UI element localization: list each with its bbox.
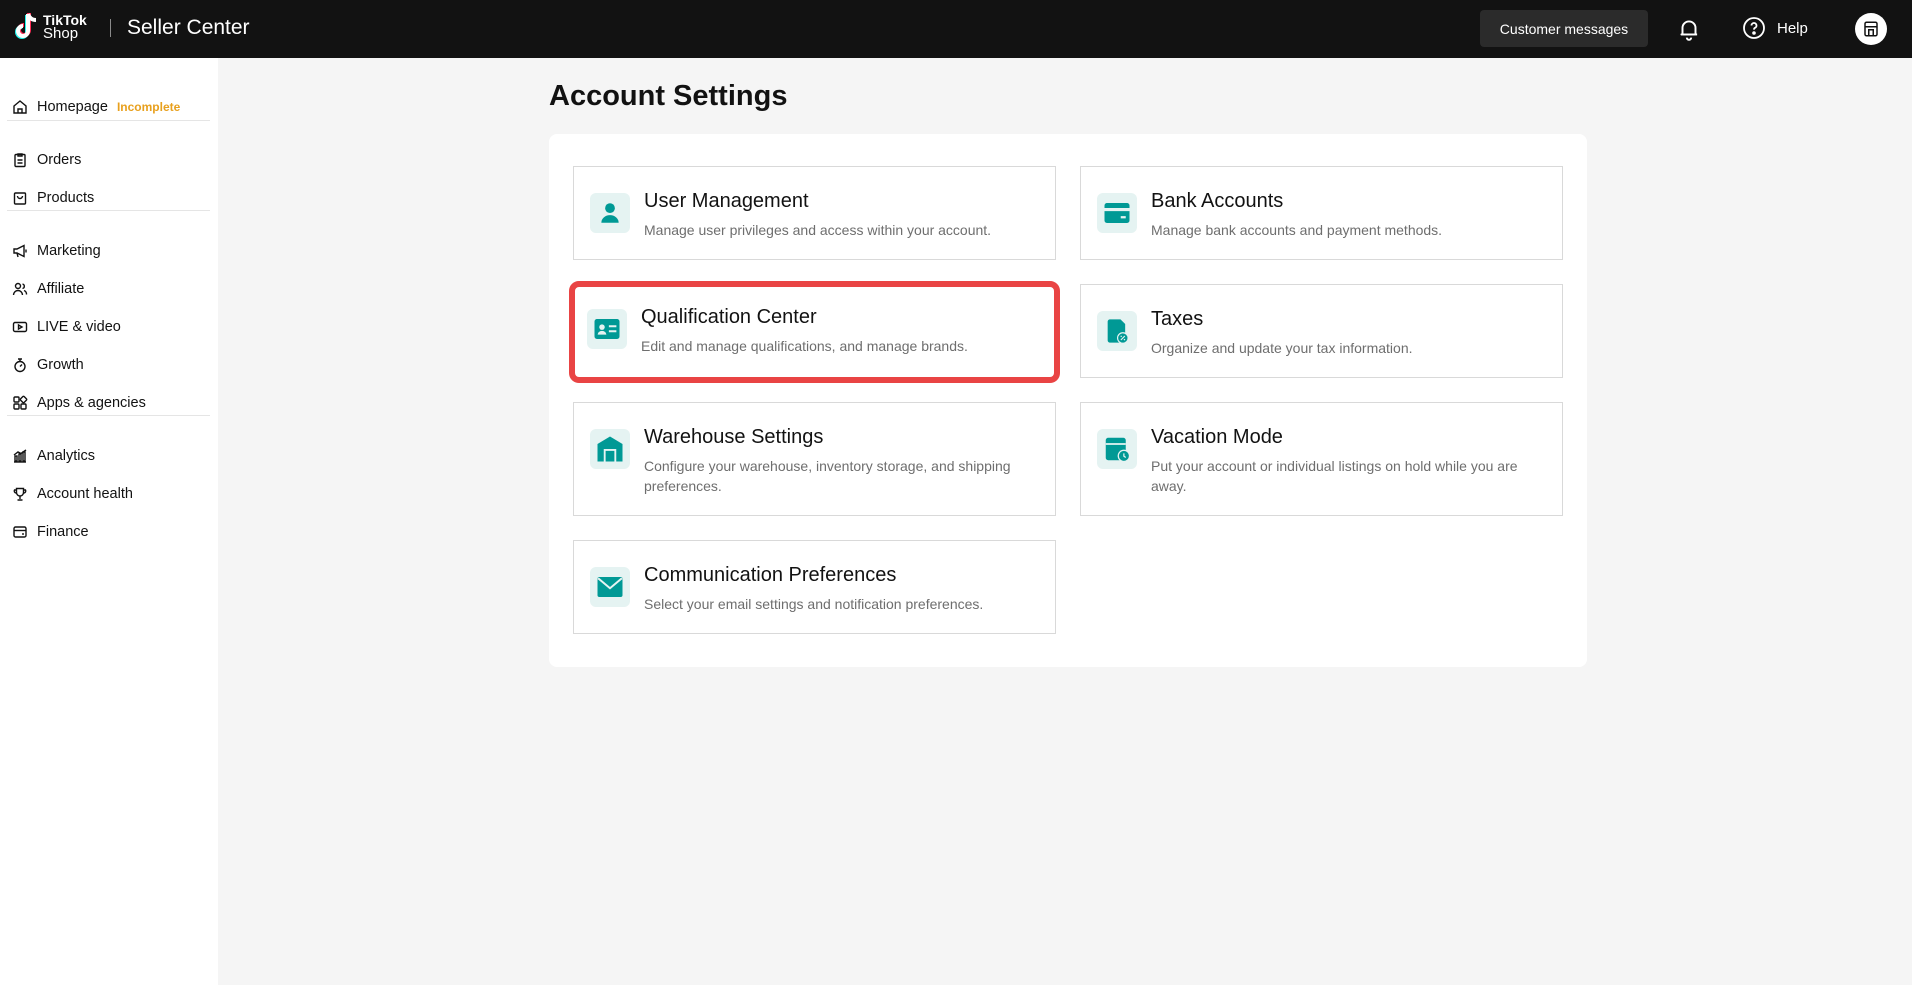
app-title: Seller Center <box>127 16 250 39</box>
sidebar-divider <box>7 120 210 121</box>
sidebar-item-affiliate[interactable]: Affiliate <box>12 275 84 303</box>
card-title: Vacation Mode <box>1151 426 1283 448</box>
users-icon <box>12 282 28 296</box>
sidebar-item-orders[interactable]: Orders <box>12 146 81 174</box>
sidebar-item-label: Affiliate <box>37 281 85 297</box>
sidebar-item-analytics[interactable]: Analytics <box>12 442 95 470</box>
tax-document-icon <box>1097 311 1137 351</box>
sidebar-item-label: Finance <box>37 524 89 540</box>
bank-accounts-card[interactable]: Bank Accounts Manage bank accounts and p… <box>1080 166 1563 260</box>
qualification-center-card[interactable]: Qualification Center Edit and manage qua… <box>569 281 1060 383</box>
growth-icon <box>14 358 26 373</box>
sidebar-item-label: LIVE & video <box>37 319 121 335</box>
card-description: Edit and manage qualifications, and mana… <box>641 338 968 354</box>
warehouse-settings-card[interactable]: Warehouse Settings Configure your wareho… <box>573 402 1056 516</box>
sidebar-item-apps-agencies[interactable]: Apps & agencies <box>12 389 146 417</box>
sidebar-item-label: Analytics <box>37 448 96 464</box>
card-description: Select your email settings and notificat… <box>644 596 984 612</box>
sidebar: Homepage Incomplete Orders Products Mark… <box>0 58 218 985</box>
card-description: Manage bank accounts and payment methods… <box>1151 222 1443 238</box>
chart-icon <box>13 449 27 463</box>
store-icon <box>1864 21 1878 37</box>
card-title: User Management <box>644 190 809 212</box>
sidebar-item-label: Marketing <box>37 243 101 259</box>
notification-bell-icon[interactable] <box>1676 16 1702 42</box>
shop-avatar[interactable] <box>1855 13 1887 45</box>
communication-preferences-card[interactable]: Communication Preferences Select your em… <box>573 540 1056 634</box>
card-description: Organize and update your tax information… <box>1151 340 1413 356</box>
sidebar-item-finance[interactable]: Finance <box>12 518 89 546</box>
tiktok-shop-logo[interactable]: TikTok Shop <box>13 11 87 43</box>
vacation-mode-card[interactable]: Vacation Mode Put your account or indivi… <box>1080 402 1563 516</box>
card-title: Taxes <box>1151 308 1204 330</box>
customer-messages-button[interactable]: Customer messages <box>1480 10 1648 47</box>
sidebar-item-products[interactable]: Products <box>12 184 94 212</box>
sidebar-divider <box>7 415 210 416</box>
taxes-card[interactable]: Taxes Organize and update your tax infor… <box>1080 284 1563 378</box>
page-title: Account Settings <box>549 80 788 112</box>
card-title: Communication Preferences <box>644 564 897 586</box>
apps-icon <box>13 395 28 410</box>
sidebar-item-growth[interactable]: Growth <box>12 351 84 379</box>
vacation-store-icon <box>1097 429 1137 469</box>
sidebar-divider <box>7 210 210 211</box>
card-description: Configure your warehouse, inventory stor… <box>644 458 1011 494</box>
card-description: Put your account or individual listings … <box>1151 458 1518 494</box>
id-card-icon <box>587 309 627 349</box>
help-icon <box>1743 17 1765 39</box>
sidebar-item-label: Apps & agencies <box>37 395 146 411</box>
status-badge: Incomplete <box>116 100 181 114</box>
card-title: Warehouse Settings <box>644 426 824 448</box>
megaphone-icon <box>13 244 27 258</box>
sidebar-item-label: Products <box>37 190 95 206</box>
settings-panel: User Management Manage user privileges a… <box>549 134 1587 667</box>
card-description: Manage user privileges and access within… <box>644 222 992 238</box>
tiktok-logo-icon <box>15 13 37 39</box>
sidebar-item-homepage[interactable]: Homepage Incomplete <box>12 93 180 121</box>
bank-card-icon <box>1097 193 1137 233</box>
logo-divider <box>110 19 111 37</box>
card-title: Bank Accounts <box>1151 190 1284 212</box>
sidebar-item-label: Homepage <box>37 99 108 115</box>
top-bar: TikTok Shop Seller Center Customer messa… <box>0 0 1912 58</box>
warehouse-icon <box>590 429 630 469</box>
sidebar-item-live-video[interactable]: LIVE & video <box>12 313 121 341</box>
help-label: Help <box>1777 19 1808 37</box>
user-management-card[interactable]: User Management Manage user privileges a… <box>573 166 1056 260</box>
sidebar-item-marketing[interactable]: Marketing <box>12 237 101 265</box>
sidebar-item-label: Orders <box>37 152 82 168</box>
sidebar-item-label: Growth <box>37 357 84 373</box>
user-icon <box>590 193 630 233</box>
help-button[interactable]: Help <box>1742 16 1808 40</box>
logo-text-shop: Shop <box>43 25 79 42</box>
sidebar-item-account-health[interactable]: Account health <box>12 480 133 508</box>
bag-icon <box>13 192 27 205</box>
card-title: Qualification Center <box>641 306 817 328</box>
clipboard-icon <box>14 153 26 168</box>
video-icon <box>12 321 28 333</box>
envelope-icon <box>590 567 630 607</box>
sidebar-item-label: Account health <box>37 486 133 502</box>
wallet-icon <box>13 526 27 538</box>
trophy-icon <box>13 487 27 501</box>
home-icon <box>13 100 27 114</box>
